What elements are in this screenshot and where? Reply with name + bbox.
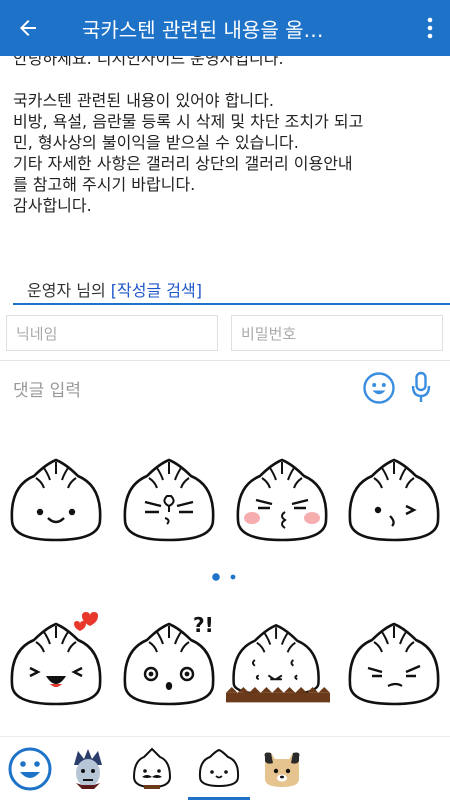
dumpling-blush-kiss-sticker[interactable] [230,456,334,546]
author-name: 운영자 님의 [27,281,111,300]
article-line: 비방, 욕설, 음란물 등록 시 삭제 및 차단 조치가 되고 [13,112,364,131]
app-bar: 국카스텐 관련된 내용을 올… [0,0,450,56]
dumpling-smirk-sticker[interactable] [342,610,446,710]
dumpling-icon [198,749,240,788]
password-input[interactable]: 비밀번호 [231,315,443,351]
puppy-icon [264,752,300,787]
microphone-icon[interactable] [410,371,432,405]
back-arrow-icon [20,20,36,36]
dumpling-sitting-sticker[interactable] [226,610,330,710]
tab-puppy-stickers[interactable] [252,737,312,800]
dumpling-surprised-sticker[interactable]: ?! [117,610,221,710]
section-divider [13,303,450,305]
dumpling-wink-sticker[interactable] [342,456,446,546]
more-options-button[interactable] [410,0,450,56]
tab-mustache-dumpling-stickers[interactable] [122,737,182,800]
author-posts-search-link[interactable]: [작성글 검색] [111,281,202,300]
article-line: 국카스텐 관련된 내용이 있어야 합니다. [13,91,274,110]
emoji-smile-icon [8,747,52,791]
dumpling-smile-sticker[interactable] [4,456,108,546]
sticker-set-tabs [0,736,450,800]
svg-text:?!: ?! [193,613,214,637]
article-line: 민, 형사상의 불이익을 받으실 수 있습니다. [13,133,299,152]
article-line: 감사합니다. [13,196,92,215]
nickname-input[interactable]: 닉네임 [6,315,218,351]
sticker-page-indicator [212,573,236,581]
article-line: 기타 자세한 사항은 갤러리 상단의 갤러리 이용안내 [13,154,353,173]
divider [0,360,450,361]
tab-emoji[interactable] [0,737,60,800]
dumpling-love-laugh-sticker[interactable] [4,610,108,710]
tab-dumpling-stickers[interactable] [189,737,249,800]
more-vertical-icon [427,17,433,39]
vampire-sticker-icon [74,749,102,789]
tab-vampire-stickers[interactable] [58,737,118,800]
author-line: 운영자 님의 [작성글 검색] [27,277,202,301]
article-body: 안녕하세요. 디시인사이드 운영자입니다. 국카스텐 관련된 내용이 있어야 합… [0,48,450,216]
dumpling-pout-sticker[interactable] [117,456,221,546]
article-line: 를 참고해 주시기 바랍니다. [13,175,196,194]
comment-input-row: 댓글 입력 [0,362,450,414]
emoji-toggle-icon[interactable] [362,371,396,405]
back-button[interactable] [0,0,56,56]
comment-input[interactable]: 댓글 입력 [0,376,362,401]
mustache-dumpling-icon [132,747,172,789]
page-title: 국카스텐 관련된 내용을 올… [82,17,324,42]
